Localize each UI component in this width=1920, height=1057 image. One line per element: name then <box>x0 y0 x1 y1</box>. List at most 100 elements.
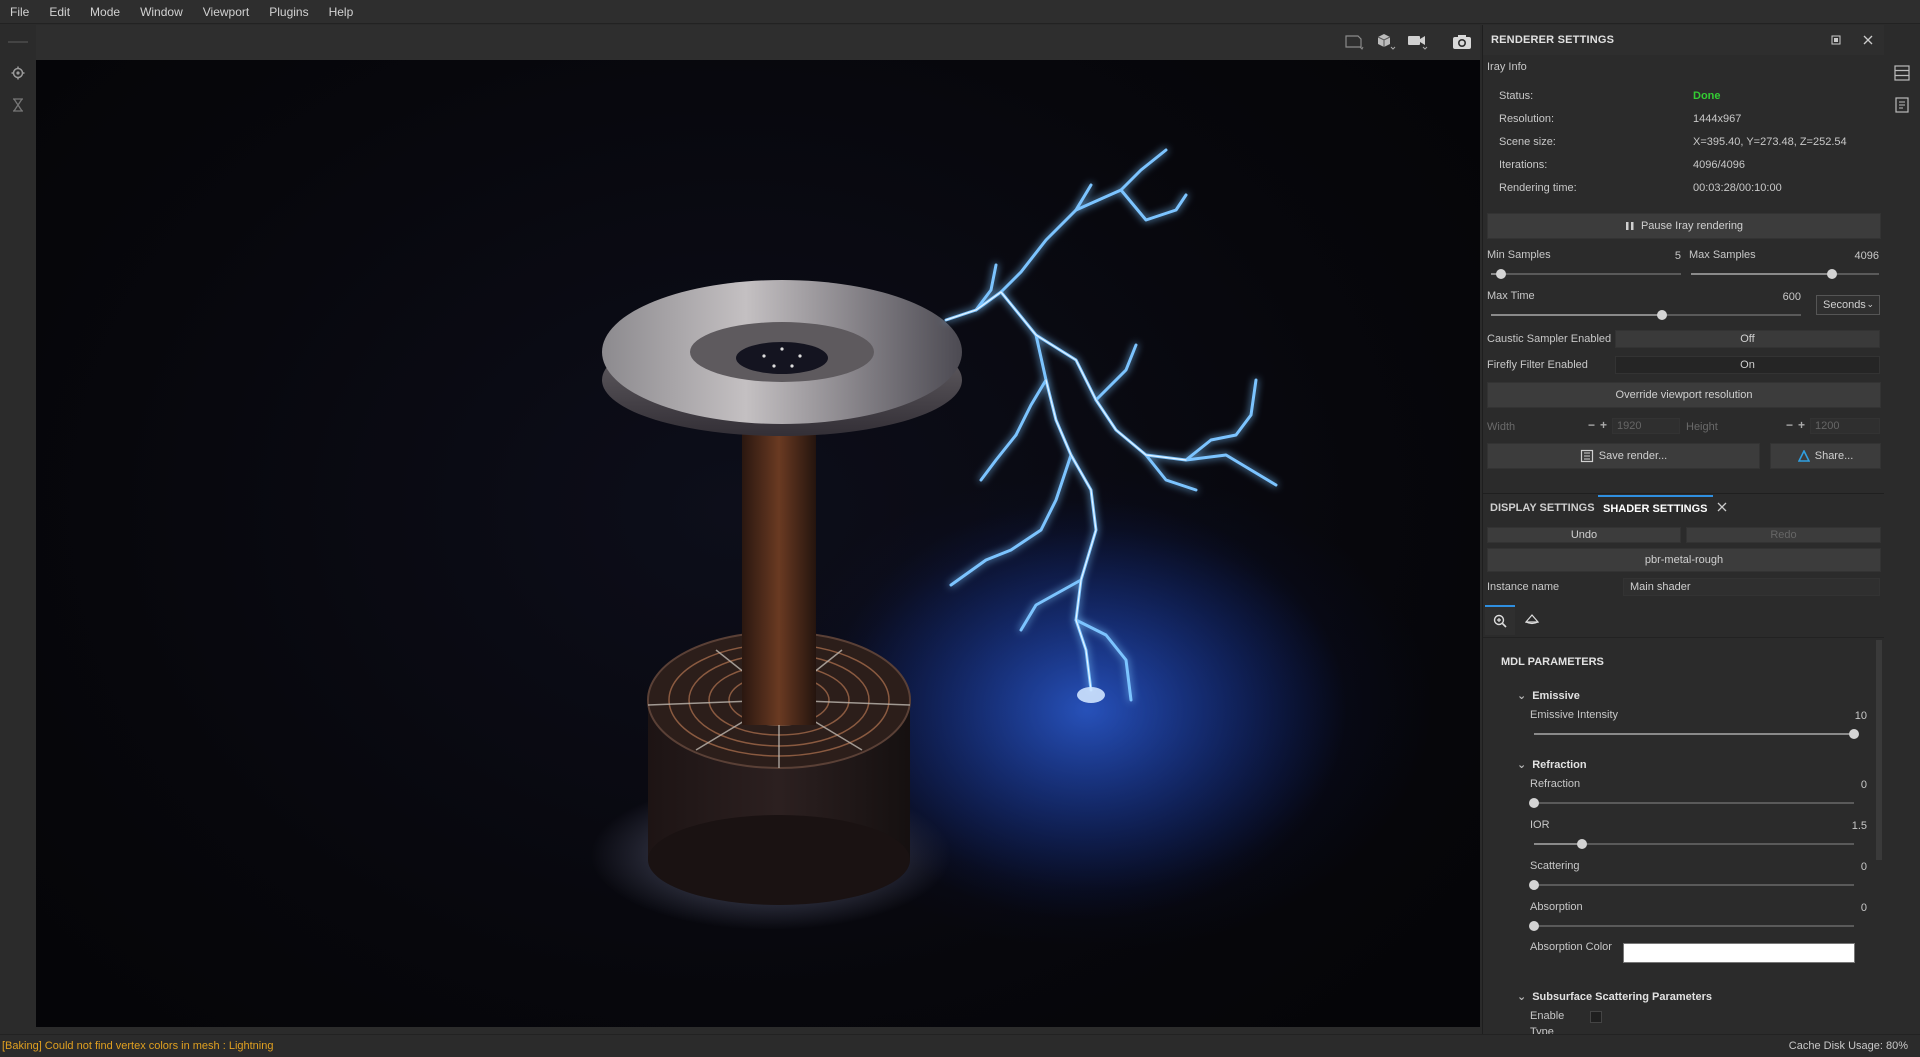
refraction-slider[interactable] <box>1529 798 1854 808</box>
refraction-slider-knob[interactable] <box>1529 798 1539 808</box>
emissive-intensity-slider-knob[interactable] <box>1849 729 1859 739</box>
menu-window[interactable]: Window <box>140 5 183 19</box>
group-emissive-title: Emissive <box>1532 690 1580 702</box>
min-samples-slider-knob[interactable] <box>1495 269 1506 279</box>
list-icon <box>1894 65 1910 81</box>
refraction-value[interactable]: 0 <box>1813 779 1867 791</box>
hourglass-button[interactable] <box>8 95 28 115</box>
layers-button[interactable] <box>1894 65 1910 84</box>
subtab-geometry[interactable] <box>1517 605 1547 635</box>
width-minus-button[interactable]: − <box>1588 418 1595 432</box>
absorption-value[interactable]: 0 <box>1813 902 1867 914</box>
group-subsurface-title: Subsurface Scattering Parameters <box>1532 991 1712 1003</box>
settings-gear-button[interactable] <box>8 63 28 83</box>
height-plus-button[interactable]: + <box>1798 418 1805 432</box>
subsurface-enable-checkbox[interactable] <box>1590 1011 1602 1023</box>
close-tab-button[interactable] <box>1717 502 1727 515</box>
render-viewport[interactable] <box>36 60 1480 1027</box>
hourglass-icon <box>13 98 23 112</box>
tab-display-settings[interactable]: DISPLAY SETTINGS <box>1485 495 1600 521</box>
time-unit-select[interactable]: Seconds ⌄ <box>1816 295 1880 315</box>
max-time-slider-knob[interactable] <box>1656 310 1667 320</box>
scattering-label: Scattering <box>1530 860 1580 872</box>
absorption-slider[interactable] <box>1529 921 1854 931</box>
parameters-scrollbar[interactable] <box>1876 640 1882 860</box>
material-select-button[interactable]: pbr-metal-rough <box>1487 548 1881 572</box>
absorption-slider-knob[interactable] <box>1529 921 1539 931</box>
min-samples-value[interactable]: 5 <box>1633 250 1681 262</box>
camera-button[interactable] <box>1406 31 1430 53</box>
instance-name-label: Instance name <box>1487 581 1560 593</box>
mdl-parameters-heading: MDL PARAMETERS <box>1501 656 1604 668</box>
absorption-color-label: Absorption Color <box>1530 941 1612 953</box>
height-input[interactable]: 1200 <box>1810 418 1880 434</box>
menu-plugins[interactable]: Plugins <box>269 5 308 19</box>
height-label: Height <box>1686 421 1718 433</box>
instance-name-input[interactable]: Main shader <box>1623 578 1880 596</box>
subtab-parameters[interactable] <box>1485 605 1515 635</box>
scattering-value[interactable]: 0 <box>1813 861 1867 873</box>
cube-button[interactable] <box>1374 31 1398 53</box>
menu-file[interactable]: File <box>10 5 29 19</box>
max-time-slider-fill <box>1491 314 1662 316</box>
ior-slider-knob[interactable] <box>1577 839 1587 849</box>
pause-icon <box>1625 222 1634 230</box>
viewport-toolbar <box>36 25 1480 60</box>
absorption-color-swatch[interactable] <box>1623 943 1855 963</box>
scattering-slider-knob[interactable] <box>1529 880 1539 890</box>
toolbar-grip[interactable] <box>8 41 28 43</box>
resolution-label: Resolution: <box>1499 113 1555 125</box>
iterations-label: Iterations: <box>1499 159 1548 171</box>
group-refraction[interactable]: ⌄ Refraction <box>1517 758 1587 771</box>
menu-viewport[interactable]: Viewport <box>203 5 249 19</box>
width-plus-button[interactable]: + <box>1600 418 1607 432</box>
scattering-slider[interactable] <box>1529 880 1854 890</box>
firefly-filter-toggle[interactable]: On <box>1615 356 1880 374</box>
min-samples-slider[interactable] <box>1491 269 1681 279</box>
undock-button[interactable] <box>1828 32 1844 48</box>
max-samples-value[interactable]: 4096 <box>1823 250 1879 262</box>
menu-mode[interactable]: Mode <box>90 5 120 19</box>
undo-button[interactable]: Undo <box>1487 527 1681 543</box>
caustic-sampler-toggle[interactable]: Off <box>1615 330 1880 348</box>
scene-size-value: X=395.40, Y=273.48, Z=252.54 <box>1693 136 1847 148</box>
menu-help[interactable]: Help <box>329 5 354 19</box>
group-subsurface[interactable]: ⌄ Subsurface Scattering Parameters <box>1517 990 1712 1003</box>
screenshot-icon <box>1453 35 1471 49</box>
max-samples-slider[interactable] <box>1691 269 1879 279</box>
max-time-slider[interactable] <box>1491 310 1801 320</box>
frame-button[interactable] <box>1342 31 1366 53</box>
max-time-value[interactable]: 600 <box>1753 291 1801 303</box>
rendering-time-label: Rendering time: <box>1499 182 1577 194</box>
share-button[interactable]: Share... <box>1770 443 1881 469</box>
group-emissive[interactable]: ⌄ Emissive <box>1517 689 1580 702</box>
ior-slider[interactable] <box>1534 839 1854 849</box>
ior-value[interactable]: 1.5 <box>1813 820 1867 832</box>
left-toolbar <box>0 25 36 1034</box>
absorption-label: Absorption <box>1530 901 1583 913</box>
gear-icon <box>11 66 25 80</box>
height-minus-button[interactable]: − <box>1786 418 1793 432</box>
override-resolution-button[interactable]: Override viewport resolution <box>1487 382 1881 408</box>
pause-rendering-label: Pause Iray rendering <box>1640 220 1744 232</box>
save-render-button[interactable]: Save render... <box>1487 443 1760 469</box>
share-label: Share... <box>1814 450 1854 462</box>
chevron-down-icon: ⌄ <box>1866 299 1874 309</box>
pause-rendering-button[interactable]: Pause Iray rendering <box>1487 213 1881 239</box>
tab-shader-settings[interactable]: SHADER SETTINGS <box>1598 495 1713 521</box>
emissive-intensity-value[interactable]: 10 <box>1813 710 1867 722</box>
width-input[interactable]: 1920 <box>1612 418 1680 434</box>
emissive-intensity-label: Emissive Intensity <box>1530 709 1619 721</box>
tesla-coil-render <box>591 148 1346 930</box>
settings-tabs: DISPLAY SETTINGS SHADER SETTINGS <box>1483 495 1885 523</box>
screenshot-button[interactable] <box>1450 31 1474 53</box>
save-icon <box>1580 449 1593 463</box>
close-panel-button[interactable] <box>1860 32 1876 48</box>
emissive-intensity-slider[interactable] <box>1534 729 1859 739</box>
properties-button[interactable] <box>1894 97 1910 116</box>
max-samples-slider-knob[interactable] <box>1827 269 1837 279</box>
share-icon <box>1797 450 1810 462</box>
max-time-label: Max Time <box>1487 290 1535 302</box>
menu-edit[interactable]: Edit <box>49 5 70 19</box>
redo-button[interactable]: Redo <box>1686 527 1881 543</box>
